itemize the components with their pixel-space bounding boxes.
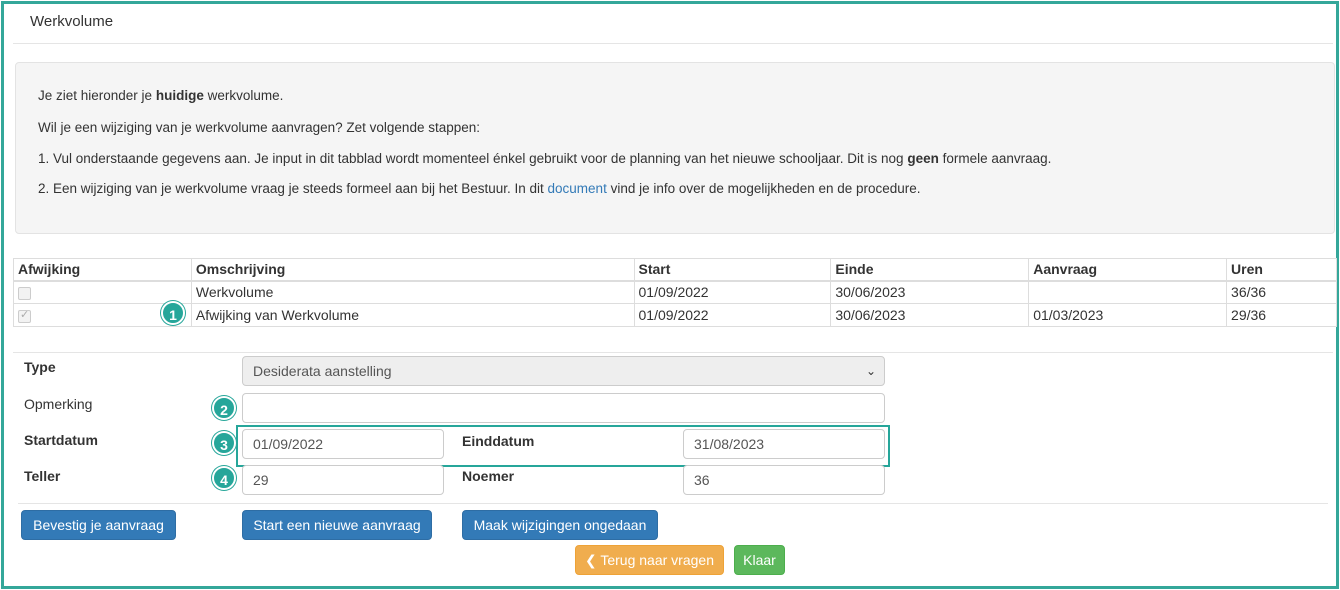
- type-select-value: Desiderata aanstelling: [253, 363, 392, 379]
- step-badge-2: 2: [212, 396, 236, 420]
- uren-cell: 29/36: [1226, 303, 1337, 327]
- klaar-button[interactable]: Klaar: [734, 545, 785, 575]
- noemer-input[interactable]: 36: [683, 465, 885, 495]
- type-select[interactable]: Desiderata aanstelling ⌄: [242, 356, 885, 386]
- document-link[interactable]: document: [548, 181, 607, 196]
- col-header-uren: Uren: [1226, 258, 1337, 282]
- start-cell: 01/09/2022: [633, 303, 832, 327]
- opmerking-label: Opmerking: [24, 396, 93, 412]
- terug-label: Terug naar vragen: [600, 552, 714, 568]
- einddatum-label: Einddatum: [462, 433, 535, 449]
- uren-cell: 36/36: [1226, 280, 1337, 304]
- opmerking-input[interactable]: [242, 393, 885, 423]
- teller-input[interactable]: 29: [242, 465, 444, 495]
- startdatum-input[interactable]: 01/09/2022: [242, 429, 444, 459]
- chevron-left-icon: ❮: [584, 553, 597, 569]
- noemer-label: Noemer: [462, 468, 515, 484]
- buttons-divider: [18, 503, 1328, 504]
- table-header-row: Afwijking Omschrijving Start Einde Aanvr…: [13, 258, 1337, 282]
- bevestig-aanvraag-button[interactable]: Bevestig je aanvraag: [21, 510, 176, 540]
- step-badge-1: 1: [161, 301, 185, 325]
- afwijking-checkbox[interactable]: [18, 308, 31, 323]
- col-header-start: Start: [633, 258, 832, 282]
- terug-naar-vragen-button[interactable]: ❮ Terug naar vragen: [575, 545, 724, 575]
- werkvolume-panel: Werkvolume Je ziet hieronder je huidige …: [1, 1, 1339, 589]
- einddatum-input[interactable]: 31/08/2023: [683, 429, 885, 459]
- col-header-aanvraag: Aanvraag: [1028, 258, 1228, 282]
- info-line-2: Wil je een wijziging van je werkvolume a…: [38, 120, 480, 135]
- omschrijving-cell: Werkvolume: [190, 280, 635, 304]
- type-label: Type: [24, 359, 56, 375]
- werkvolume-table: Afwijking Omschrijving Start Einde Aanvr…: [13, 258, 1337, 327]
- info-line-4: 2. Een wijziging van je werkvolume vraag…: [38, 181, 921, 196]
- start-cell: 01/09/2022: [633, 280, 832, 304]
- title-divider: [13, 43, 1333, 44]
- nieuwe-aanvraag-button[interactable]: Start een nieuwe aanvraag: [242, 510, 432, 540]
- afwijking-cell: [13, 280, 192, 304]
- col-header-einde: Einde: [830, 258, 1030, 282]
- aanvraag-cell: [1028, 280, 1228, 304]
- info-line-3: 1. Vul onderstaande gegevens aan. Je inp…: [38, 151, 1052, 166]
- startdatum-label: Startdatum: [24, 432, 98, 448]
- einde-cell: 30/06/2023: [830, 280, 1030, 304]
- omschrijving-cell: Afwijking van Werkvolume: [190, 303, 635, 327]
- teller-label: Teller: [24, 468, 61, 484]
- step-badge-3: 3: [212, 431, 236, 455]
- einde-cell: 30/06/2023: [830, 303, 1030, 327]
- table-row[interactable]: Werkvolume 01/09/2022 30/06/2023 36/36: [13, 280, 1337, 304]
- chevron-down-icon: ⌄: [865, 364, 876, 378]
- col-header-omschrijving: Omschrijving: [190, 258, 635, 282]
- form-divider: [13, 352, 1333, 353]
- info-box: Je ziet hieronder je huidige werkvolume.…: [15, 62, 1335, 234]
- col-header-afwijking: Afwijking: [13, 258, 192, 282]
- step-badge-4: 4: [212, 466, 236, 490]
- table-row[interactable]: Afwijking van Werkvolume 01/09/2022 30/0…: [13, 303, 1337, 327]
- wijzigingen-ongedaan-button[interactable]: Maak wijzigingen ongedaan: [462, 510, 658, 540]
- afwijking-checkbox[interactable]: [18, 287, 31, 301]
- page-title: Werkvolume: [30, 13, 114, 30]
- info-line-1: Je ziet hieronder je huidige werkvolume.: [38, 88, 284, 103]
- aanvraag-cell: 01/03/2023: [1028, 303, 1228, 327]
